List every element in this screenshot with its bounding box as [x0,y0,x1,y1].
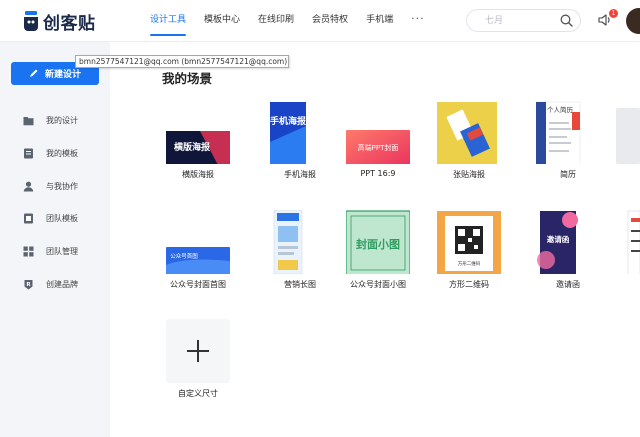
pencil-icon [30,69,38,77]
main-nav: 设计工具 模板中心 在线印刷 会员特权 手机端 ··· [150,0,425,42]
scene-thumb: 邀请函 [537,211,578,274]
scene-card-mobile-poster[interactable]: 手机海报 手机海报 [268,100,332,190]
login-tooltip: bmn2577547121@qq.com (bmn2577547121@qq.c… [75,55,289,68]
sidebar-item-my-designs[interactable]: 我的设计 [0,109,110,131]
logo[interactable]: 创客贴 [22,8,96,34]
scene-label: 自定义尺寸 [178,389,218,398]
scene-label: 张贴海报 [453,170,485,179]
scene-thumb: 封面小图 [346,210,410,274]
custom-size-button[interactable]: 自定义尺寸 [166,319,230,409]
scene-thumb [627,210,640,274]
thumb-text: 公众号首图 [170,252,198,260]
sidebar-item-team-templates[interactable]: 团队模板 [0,207,110,229]
sidebar-item-label: 与我协作 [46,181,78,191]
scene-card-invitation[interactable]: 邀请函 邀请函 [536,210,600,300]
plus-icon [187,340,209,362]
scene-card-resume[interactable]: 个人简历 简历 [536,100,600,190]
sidebar-item-collaborate[interactable]: 与我协作 [0,175,110,197]
scene-label: 公众号封面小图 [350,280,406,289]
user-icon [23,181,34,191]
nav-online-print[interactable]: 在线印刷 [258,0,294,42]
scene-thumb: 手机海报 [270,102,306,164]
page-title: 我的场景 [162,71,213,86]
thumb-text: 高端PPT封面 [358,143,399,152]
sidebar-item-create-brand[interactable]: R 创建品牌 [0,273,110,295]
thumb-text: 邀请函 [547,234,570,244]
search-input[interactable] [467,10,557,31]
scene-card-wall-poster[interactable]: 张贴海报 [437,100,501,190]
top-bar: 创客贴 设计工具 模板中心 在线印刷 会员特权 手机端 ··· 1 [0,0,640,42]
logo-icon [24,11,38,31]
scene-thumb [273,210,303,274]
scene-card-partial[interactable] [616,100,640,190]
thumb-text: 手机海报 [270,115,306,127]
sidebar: 新建设计 我的设计 我的模板 与我协作 团队模板 团队管理 R 创建品牌 [0,42,110,437]
thumb-text: 个人简历 [547,105,574,114]
scene-card-official-small[interactable]: 封面小图 公众号封面小图 [346,210,410,300]
scene-card-landscape-poster[interactable]: 横版海报 横版海报 [166,100,230,190]
scene-thumb: 方形二维码 [437,211,501,274]
thumb-text: 封面小图 [356,237,400,251]
scene-thumb: 横版海报 [166,100,230,165]
team-template-icon [24,213,33,223]
scene-card-partial-2[interactable] [626,210,640,300]
scene-label: 邀请函 [556,280,580,289]
scene-thumb [616,108,640,164]
sidebar-item-team-manage[interactable]: 团队管理 [0,240,110,262]
scene-thumb [437,102,497,164]
thumb-text: 横版海报 [174,141,210,153]
nav-mobile[interactable]: 手机端 [366,0,393,42]
sidebar-item-label: 团队管理 [46,246,78,256]
scene-thumb [166,319,230,383]
folder-icon [23,116,34,125]
sidebar-item-label: 我的模板 [46,148,78,158]
scene-label: 方形二维码 [449,280,489,289]
brand-icon: R [24,279,33,289]
scene-thumb: 公众号首图 [166,247,230,274]
scene-card-square-qr[interactable]: 方形二维码 方形二维码 [437,210,501,300]
thumb-text: 方形二维码 [458,260,481,267]
sidebar-item-my-templates[interactable]: 我的模板 [0,142,110,164]
notification-badge: 1 [609,9,618,18]
template-icon [24,148,33,158]
scene-label: PPT 16:9 [360,169,396,178]
scene-thumb: 高端PPT封面 [346,130,410,164]
logo-text: 创客贴 [43,13,96,34]
scene-card-ppt[interactable]: 高端PPT封面 PPT 16:9 [346,100,410,190]
nav-design-tools[interactable]: 设计工具 [150,0,187,42]
search-icon[interactable] [560,14,573,27]
new-design-label: 新建设计 [45,70,82,80]
scene-card-official-cover[interactable]: 公众号首图 公众号封面首图 [166,210,230,300]
scene-card-marketing-long[interactable]: 营销长图 [268,210,332,300]
sidebar-item-label: 团队模板 [46,213,78,223]
scene-label: 横版海报 [182,170,214,179]
scene-label: 简历 [560,170,576,179]
search-box [466,9,581,32]
main-content: 我的场景 横版海报 横版海报 手机海报 手机海报 高端PPT封面 PPT 16:… [110,42,640,437]
avatar[interactable] [626,8,640,34]
nav-more-button[interactable]: ··· [411,0,425,42]
nav-template-center[interactable]: 模板中心 [204,0,240,42]
scene-thumb: 个人简历 [536,101,581,164]
scene-label: 公众号封面首图 [170,280,226,289]
nav-member-privileges[interactable]: 会员特权 [312,0,348,42]
sidebar-item-label: 创建品牌 [46,279,78,289]
team-manage-icon [23,246,34,256]
sidebar-item-label: 我的设计 [46,115,78,125]
